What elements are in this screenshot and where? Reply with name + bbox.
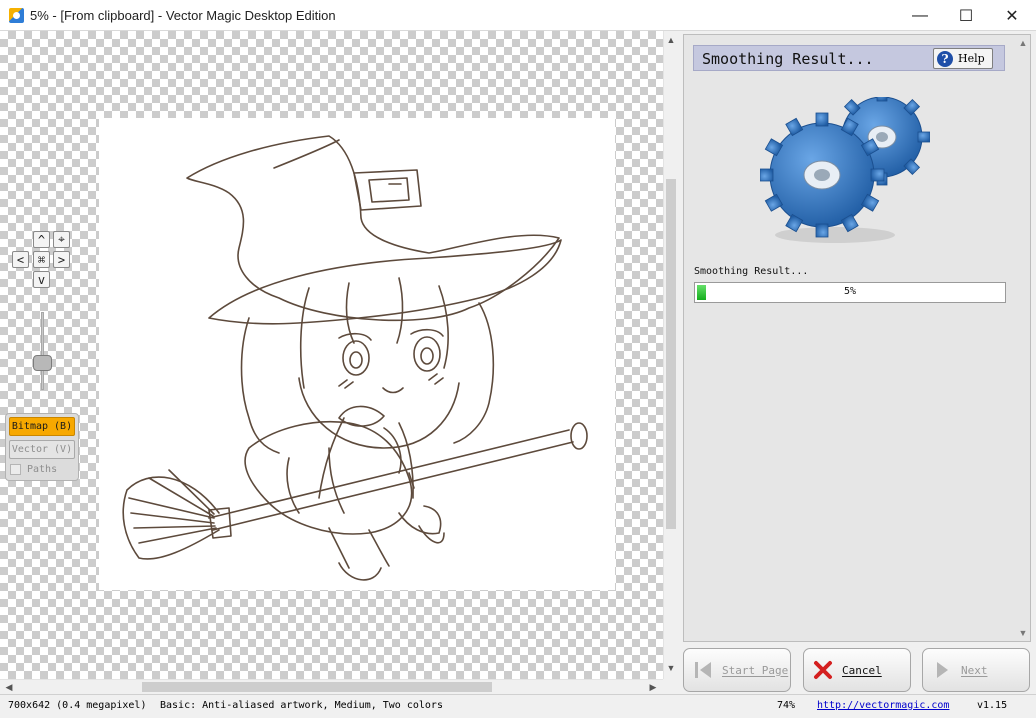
scroll-right-arrow-icon[interactable]: ▶ — [646, 680, 660, 694]
panel-scroll-up-icon[interactable]: ▲ — [1016, 36, 1030, 50]
panel-scroll-down-icon[interactable]: ▼ — [1016, 626, 1030, 640]
close-button[interactable]: ✕ — [992, 0, 1032, 31]
gears-icon — [760, 97, 930, 243]
paths-checkbox[interactable] — [10, 463, 21, 475]
scroll-up-arrow-icon[interactable]: ▲ — [664, 33, 678, 47]
fit-view-button[interactable]: ⌖ — [53, 231, 70, 248]
next-label: Next — [961, 663, 988, 677]
progress-percent: 5% — [843, 286, 857, 297]
progress-bar: 5% — [694, 282, 1006, 303]
center-view-button[interactable]: ⌘ — [33, 251, 50, 268]
help-label: Help — [958, 52, 985, 65]
cancel-icon — [812, 659, 834, 681]
wizard-panel: Smoothing Result... ? Help Smoothing Res… — [683, 34, 1031, 642]
image-size-status: 700x642 (0.4 megapixel) — [8, 700, 147, 711]
minimize-button[interactable]: — — [900, 0, 940, 31]
help-button[interactable]: ? Help — [933, 48, 993, 69]
vertical-scroll-thumb[interactable] — [666, 179, 676, 529]
scroll-down-arrow-icon[interactable]: ▼ — [664, 661, 678, 675]
progress-label: Smoothing Result... — [694, 266, 809, 277]
cancel-label: Cancel — [842, 663, 882, 677]
website-link[interactable]: http://vectormagic.com — [817, 700, 949, 711]
start-page-label: Start Page — [722, 663, 789, 677]
paths-label: Paths — [27, 463, 58, 475]
pan-up-button[interactable]: ^ — [33, 231, 50, 248]
paths-toggle[interactable]: Paths — [10, 461, 57, 477]
settings-status: Basic: Anti-aliased artwork, Medium, Two… — [160, 700, 443, 711]
help-icon: ? — [937, 50, 953, 67]
pan-left-button[interactable]: < — [12, 251, 29, 268]
zoom-slider[interactable] — [41, 312, 44, 390]
bitmap-image — [99, 118, 615, 590]
start-page-icon — [692, 659, 714, 681]
witch-drawing — [122, 135, 588, 581]
zoom-slider-thumb[interactable] — [33, 355, 52, 372]
status-bar: 700x642 (0.4 megapixel) Basic: Anti-alia… — [0, 694, 1036, 718]
app-icon — [9, 8, 24, 23]
canvas-horizontal-scrollbar[interactable]: ◀ ▶ — [0, 679, 663, 693]
panel-header: Smoothing Result... ? Help — [693, 45, 1005, 71]
version-label: v1.15 — [977, 700, 1008, 711]
view-mode-panel: Bitmap (B) Vector (V) Paths — [5, 413, 79, 481]
canvas-vertical-scrollbar[interactable]: ▲ ▼ — [663, 31, 677, 679]
horizontal-scroll-thumb[interactable] — [142, 682, 492, 692]
panel-scrollbar[interactable]: ▲ ▼ — [1016, 36, 1030, 640]
panel-title: Smoothing Result... — [702, 50, 874, 68]
next-button[interactable]: Next — [922, 648, 1030, 692]
pan-down-button[interactable]: v — [33, 271, 50, 288]
zoom-status: 74% — [777, 700, 796, 711]
title-bar: 5% - [From clipboard] - Vector Magic Des… — [0, 0, 1036, 31]
bitmap-view-button[interactable]: Bitmap (B) — [9, 417, 75, 436]
next-icon — [931, 659, 953, 681]
vector-view-button[interactable]: Vector (V) — [9, 440, 75, 459]
start-page-button[interactable]: Start Page — [683, 648, 791, 692]
window-title: 5% - [From clipboard] - Vector Magic Des… — [30, 8, 336, 23]
image-canvas[interactable] — [0, 31, 663, 679]
maximize-button[interactable]: ☐ — [946, 0, 986, 31]
pan-right-button[interactable]: > — [53, 251, 70, 268]
scroll-left-arrow-icon[interactable]: ◀ — [2, 680, 16, 694]
cancel-button[interactable]: Cancel — [803, 648, 911, 692]
